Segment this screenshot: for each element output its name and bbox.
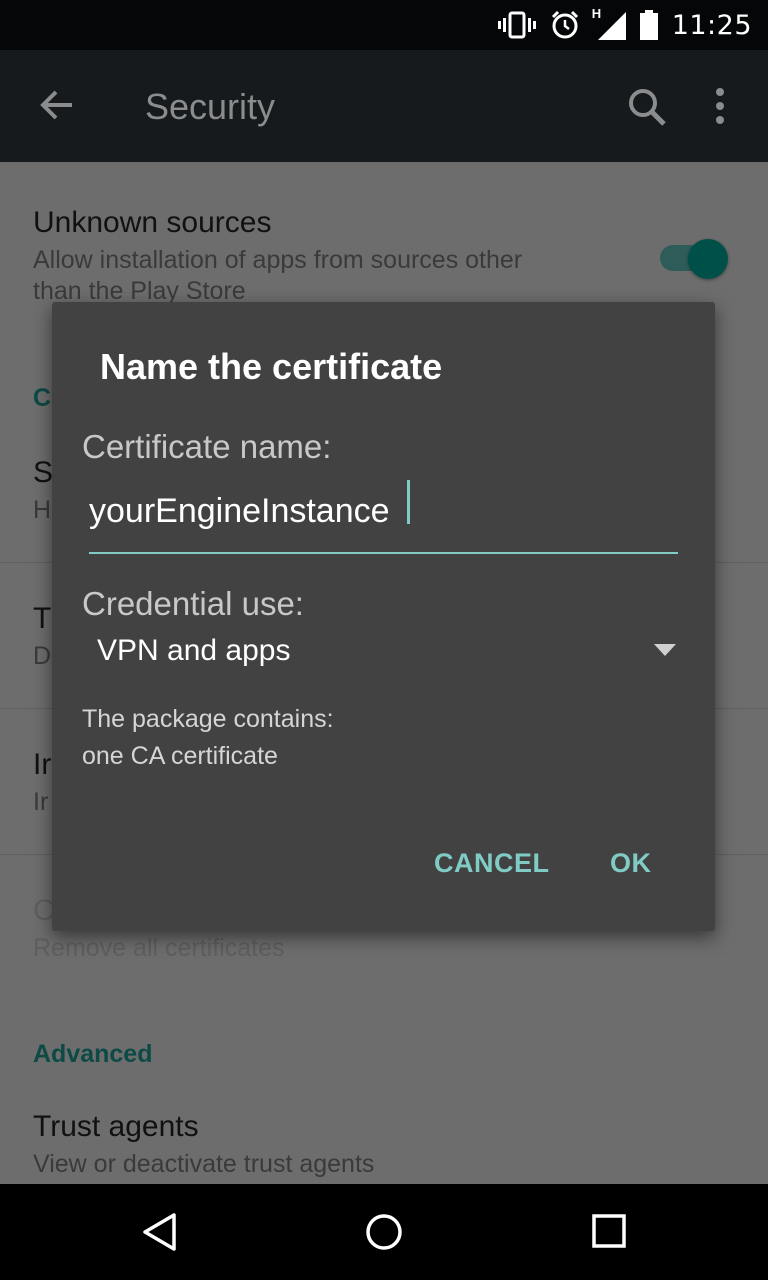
certificate-name-label: Certificate name: [82, 428, 332, 465]
alarm-icon [550, 10, 580, 40]
cancel-button[interactable]: CANCEL [434, 848, 550, 879]
trust-agents-row[interactable]: Trust agents View or deactivate trust ag… [33, 1110, 374, 1179]
package-info-line-2: one CA certificate [82, 742, 278, 770]
unknown-sources-row[interactable]: Unknown sources Allow installation of ap… [33, 206, 522, 306]
unknown-sources-subtitle-1: Allow installation of apps from sources … [33, 246, 523, 274]
network-type-label: H [591, 6, 602, 21]
list-item[interactable]: S H [33, 456, 53, 525]
vibrate-icon [497, 11, 536, 39]
text-cursor [407, 480, 410, 524]
home-circle-icon[interactable] [364, 1212, 404, 1257]
name-certificate-dialog: Name the certificate Certificate name: C… [52, 302, 715, 931]
search-icon[interactable] [622, 82, 672, 132]
page-title: Security [145, 86, 276, 127]
navigation-bar [0, 1184, 768, 1280]
signal-h-icon: H [592, 6, 626, 40]
certificate-name-input[interactable] [89, 478, 678, 554]
battery-icon [639, 10, 658, 40]
recents-square-icon[interactable] [590, 1212, 630, 1257]
dialog-title: Name the certificate [100, 346, 443, 387]
credential-use-value: VPN and apps [97, 634, 291, 667]
trust-agents-subtitle: View or deactivate trust agents [33, 1150, 375, 1178]
back-triangle-icon[interactable] [140, 1212, 180, 1257]
credential-use-dropdown[interactable]: VPN and apps [89, 628, 678, 678]
action-bar: Security [0, 50, 768, 162]
section-header-partial: C [33, 384, 52, 412]
dropdown-arrow-icon [654, 644, 676, 656]
advanced-header: Advanced [33, 1040, 153, 1068]
list-item-title: T [33, 602, 52, 635]
unknown-sources-title: Unknown sources [33, 206, 272, 239]
list-item-subtitle: H [33, 496, 52, 524]
package-info-line-1: The package contains: [82, 705, 334, 733]
list-item[interactable]: Ir Ir [33, 748, 51, 817]
status-icons: H 11:25 [497, 0, 752, 50]
clear-credentials-subtitle: Remove all certificates [33, 934, 285, 962]
more-vert-icon[interactable] [702, 82, 738, 132]
status-clock: 11:25 [671, 9, 752, 41]
list-item-subtitle: Ir [33, 788, 49, 816]
unknown-sources-toggle[interactable] [688, 239, 728, 279]
list-item-title: Ir [33, 748, 52, 781]
credential-use-label: Credential use: [82, 585, 304, 622]
back-arrow-icon[interactable] [32, 80, 82, 130]
ok-button[interactable]: OK [610, 848, 652, 879]
status-bar: H 11:25 [0, 0, 768, 50]
list-item-title: S [33, 456, 54, 489]
list-item-subtitle: D [33, 642, 52, 670]
trust-agents-title: Trust agents [33, 1110, 199, 1143]
list-item[interactable]: T D [33, 602, 51, 671]
